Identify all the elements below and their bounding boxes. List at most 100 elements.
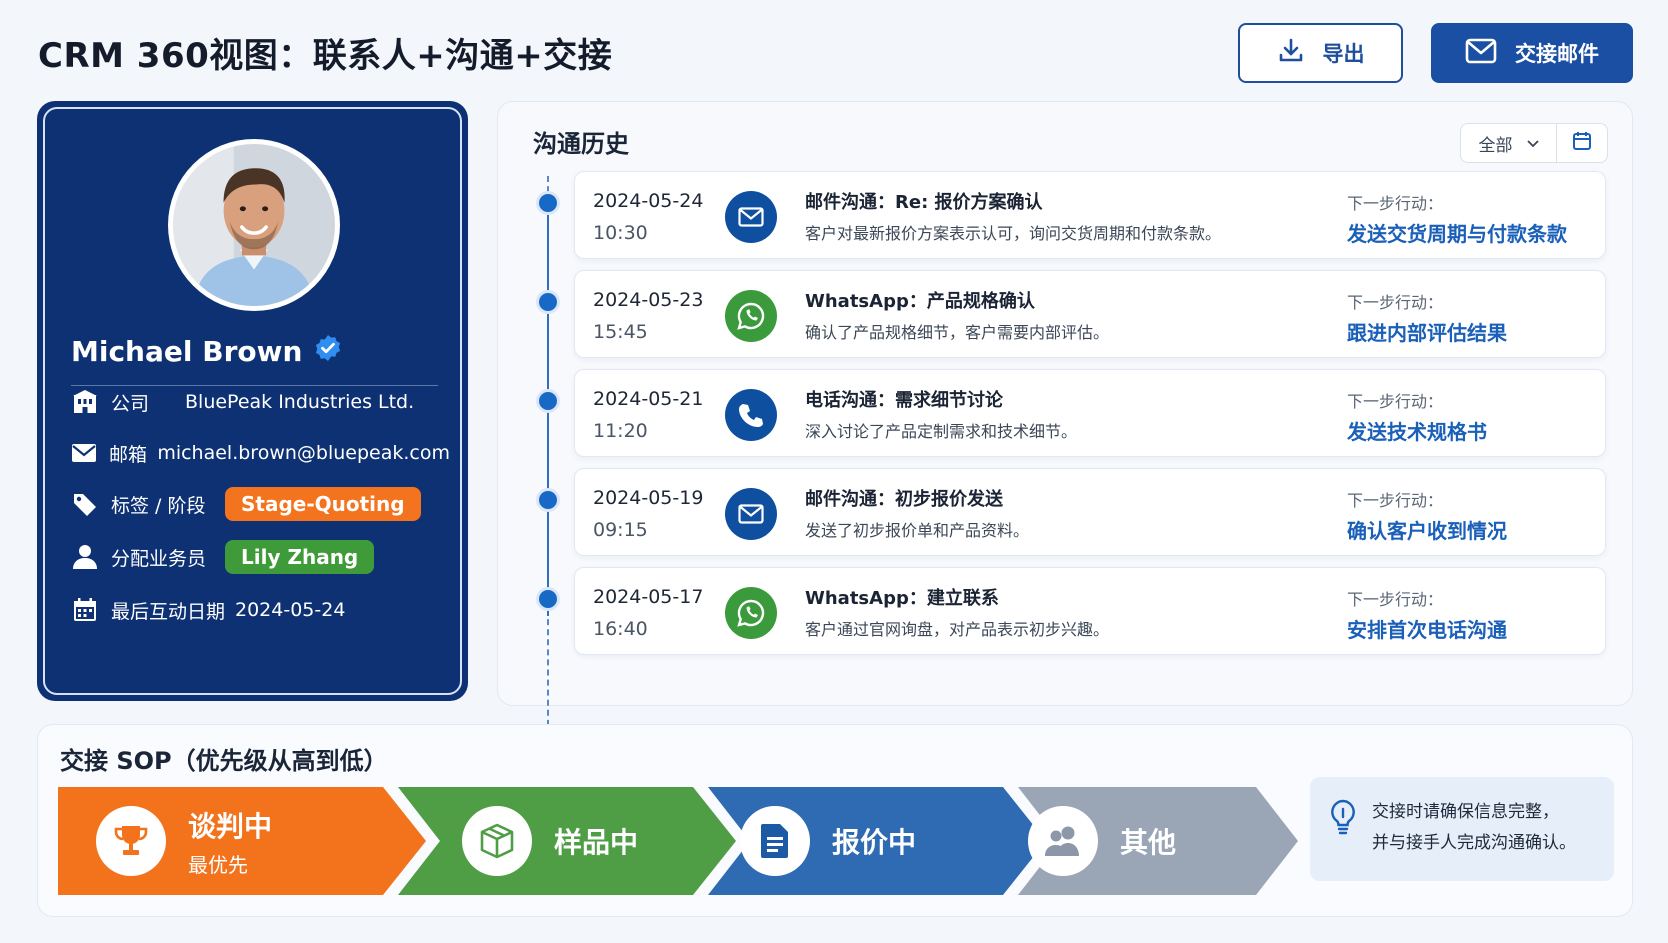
history-item[interactable]: 2024-05-23 15:45 WhatsApp：产品规格确认 确认了产品规格… (574, 270, 1606, 358)
company-row: 公司 BluePeak Industries Ltd. (71, 382, 450, 422)
item-time: 09:15 (593, 519, 648, 541)
contact-profile-card: Michael Brown 公司 BluePeak Industries Ltd… (37, 101, 468, 701)
item-date: 2024-05-21 (593, 388, 704, 410)
next-action-link[interactable]: 跟进内部评估结果 (1347, 317, 1507, 346)
user-icon (71, 543, 99, 571)
company-value: BluePeak Industries Ltd. (185, 391, 415, 413)
tag-icon (71, 490, 99, 518)
stage-label: 标签 / 阶段 (111, 494, 206, 517)
timeline-dot (539, 392, 557, 410)
last-interaction-row: 最后互动日期 2024-05-24 (71, 590, 450, 630)
next-action-label: 下一步行动： (1347, 293, 1444, 312)
sop-note: 交接时请确保信息完整， 并与接手人完成沟通确认。 (1310, 777, 1614, 881)
item-subject: WhatsApp：建立联系 (805, 588, 999, 609)
stage-row: 标签 / 阶段 Stage-Quoting (71, 484, 450, 524)
filter-dropdown[interactable]: 全部 (1461, 124, 1557, 162)
sop-step-label: 谈判中 (188, 809, 273, 843)
item-date: 2024-05-17 (593, 586, 704, 608)
item-date: 2024-05-23 (593, 289, 704, 311)
mail-icon (1465, 38, 1497, 69)
contact-name-row: Michael Brown (71, 334, 342, 369)
sop-steps: 谈判中 最优先 样品中 报价中 其他 (58, 787, 1298, 895)
timeline-dot (539, 194, 557, 212)
next-action-link[interactable]: 发送技术规格书 (1347, 416, 1487, 445)
item-description: 深入讨论了产品定制需求和技术细节。 (805, 422, 1078, 441)
assignee-badge: Lily Zhang (225, 540, 375, 574)
handover-email-button[interactable]: 交接邮件 (1431, 23, 1633, 83)
next-action-label: 下一步行动： (1347, 590, 1444, 609)
sop-step-other[interactable]: 其他 (1028, 787, 1176, 895)
history-title: 沟通历史 (533, 130, 629, 158)
sop-step-label: 其他 (1120, 826, 1177, 859)
building-icon (71, 388, 99, 416)
item-time: 11:20 (593, 420, 648, 442)
next-action-link[interactable]: 确认客户收到情况 (1347, 515, 1507, 544)
verified-icon (314, 334, 342, 369)
sop-step-label: 样品中 (554, 826, 639, 859)
communication-history-panel: 沟通历史 全部 2024-05-24 10:30 邮件沟通：Re: 报价方案确认… (497, 101, 1633, 746)
timeline-dot (539, 491, 557, 509)
sop-note-line1: 交接时请确保信息完整， (1372, 802, 1559, 822)
box-icon (462, 806, 532, 876)
phone-icon (725, 389, 777, 441)
company-label: 公司 (111, 392, 150, 415)
timeline-dot (539, 293, 557, 311)
download-icon (1277, 37, 1305, 70)
users-icon (1028, 806, 1098, 876)
calendar-icon (71, 596, 99, 624)
item-description: 客户对最新报价方案表示认可，询问交货周期和付款条款。 (805, 224, 1222, 243)
item-time: 16:40 (593, 618, 648, 640)
whatsapp-icon (725, 290, 777, 342)
handover-sop-panel: 交接 SOP（优先级从高到低） 谈判中 最优先 样品中 报价中 其他 交接时请确… (37, 724, 1633, 917)
item-description: 客户通过官网询盘，对产品表示初步兴趣。 (805, 620, 1110, 639)
trophy-icon (96, 806, 166, 876)
history-item[interactable]: 2024-05-19 09:15 邮件沟通：初步报价发送 发送了初步报价单和产品… (574, 468, 1606, 556)
history-item[interactable]: 2024-05-17 16:40 WhatsApp：建立联系 客户通过官网询盘，… (574, 567, 1606, 655)
mail-icon (71, 439, 97, 467)
timeline-dot (539, 590, 557, 608)
item-description: 确认了产品规格细节，客户需要内部评估。 (805, 323, 1110, 342)
item-time: 15:45 (593, 321, 648, 343)
sop-step-quoting[interactable]: 报价中 (740, 787, 916, 895)
timeline-line (547, 204, 549, 616)
export-button[interactable]: 导出 (1238, 23, 1403, 83)
item-description: 发送了初步报价单和产品资料。 (805, 521, 1030, 540)
calendar-filter-button[interactable] (1557, 131, 1607, 155)
last-interaction-value: 2024-05-24 (235, 599, 346, 621)
handover-label: 交接邮件 (1515, 42, 1599, 66)
next-action-link[interactable]: 发送交货周期与付款条款 (1347, 218, 1567, 247)
email-label: 邮箱 (109, 443, 148, 466)
item-time: 10:30 (593, 222, 648, 244)
stage-badge: Stage-Quoting (225, 487, 421, 521)
next-action-link[interactable]: 安排首次电话沟通 (1347, 614, 1507, 643)
next-action-label: 下一步行动： (1347, 392, 1444, 411)
email-row: 邮箱 michael.brown@bluepeak.com (71, 433, 450, 473)
filter-value: 全部 (1478, 135, 1513, 156)
whatsapp-icon (725, 587, 777, 639)
page-title: CRM 360视图：联系人+沟通+交接 (38, 36, 613, 76)
assignee-row: 分配业务员 Lily Zhang (71, 537, 450, 577)
sop-note-line2: 并与接手人完成沟通确认。 (1372, 833, 1576, 853)
assignee-label: 分配业务员 (111, 547, 207, 570)
item-subject: 邮件沟通：初步报价发送 (805, 489, 1003, 510)
item-subject: 电话沟通：需求细节讨论 (805, 390, 1003, 411)
next-action-label: 下一步行动： (1347, 491, 1444, 510)
item-subject: 邮件沟通：Re: 报价方案确认 (805, 192, 1043, 213)
chevron-down-icon (1526, 133, 1539, 153)
history-item[interactable]: 2024-05-21 11:20 电话沟通：需求细节讨论 深入讨论了产品定制需求… (574, 369, 1606, 457)
next-action-label: 下一步行动： (1347, 194, 1444, 213)
sop-title: 交接 SOP（优先级从高到低） (60, 747, 388, 775)
export-label: 导出 (1322, 42, 1365, 66)
mail-icon (725, 191, 777, 243)
last-interaction-label: 最后互动日期 (111, 600, 226, 623)
item-date: 2024-05-19 (593, 487, 704, 509)
history-filter: 全部 (1460, 123, 1608, 163)
sop-step-negotiating[interactable]: 谈判中 最优先 (96, 787, 272, 895)
item-subject: WhatsApp：产品规格确认 (805, 291, 1035, 312)
email-value[interactable]: michael.brown@bluepeak.com (157, 442, 450, 464)
contact-name: Michael Brown (71, 335, 303, 368)
sop-step-sample[interactable]: 样品中 (462, 787, 638, 895)
history-item[interactable]: 2024-05-24 10:30 邮件沟通：Re: 报价方案确认 客户对最新报价… (574, 171, 1606, 259)
avatar (168, 139, 340, 311)
lightbulb-icon (1330, 799, 1356, 839)
